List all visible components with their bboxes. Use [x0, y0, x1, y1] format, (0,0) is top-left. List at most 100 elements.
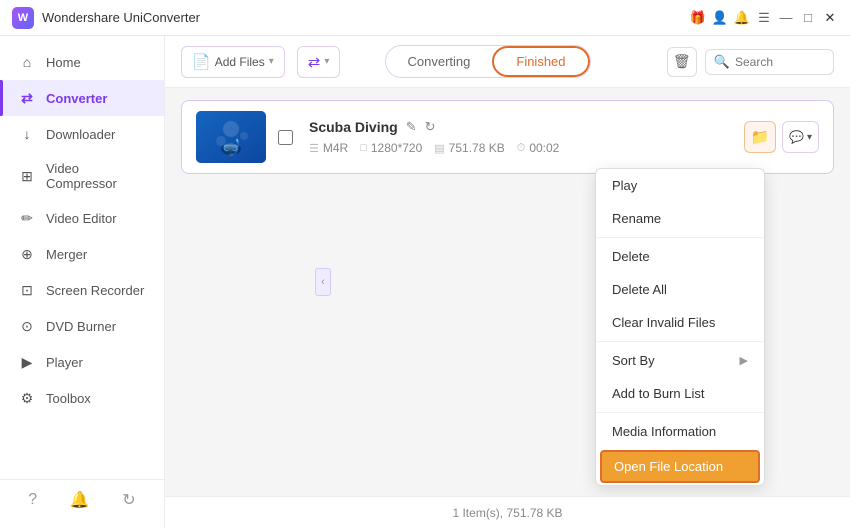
sidebar-item-label: Player: [46, 355, 83, 370]
media-info-label: Media Information: [612, 424, 716, 439]
search-icon: 🔍: [714, 54, 730, 70]
context-menu-media-info[interactable]: Media Information: [596, 415, 764, 448]
context-menu-play[interactable]: Play: [596, 169, 764, 202]
context-menu-delete-all[interactable]: Delete All: [596, 273, 764, 306]
sidebar-item-screen-recorder[interactable]: ⊡ Screen Recorder: [0, 272, 164, 308]
context-menu-rename[interactable]: Rename: [596, 202, 764, 235]
sidebar-item-dvd-burner[interactable]: ⊙ DVD Burner: [0, 308, 164, 344]
context-menu-clear-invalid[interactable]: Clear Invalid Files: [596, 306, 764, 339]
delete-label: Delete: [612, 249, 650, 264]
add-files-label: Add Files: [215, 55, 265, 69]
more-actions-button[interactable]: 💬 ▾: [782, 121, 819, 153]
player-icon: ▶: [18, 353, 36, 371]
sidebar: ⌂ Home ⇄ Converter ↓ Downloader ⊞ Video …: [0, 36, 165, 528]
sidebar-item-toolbox[interactable]: ⚙ Toolbox: [0, 380, 164, 416]
sidebar-item-video-compressor[interactable]: ⊞ Video Compressor: [0, 152, 164, 200]
convert-button[interactable]: ⇄ ▾: [297, 46, 341, 78]
convert-icon: ⇄: [308, 53, 321, 71]
app-logo: W: [12, 7, 34, 29]
context-menu: Play Rename Delete Delete All Clear Inva…: [595, 168, 765, 486]
add-files-button[interactable]: 📄 Add Files ▾: [181, 46, 285, 78]
context-menu-open-location[interactable]: Open File Location: [600, 450, 760, 483]
file-duration: ⏱ 00:02: [517, 141, 560, 155]
statusbar: 1 Item(s), 751.78 KB: [165, 496, 850, 528]
file-resolution: □ 1280*720: [360, 141, 422, 155]
editor-icon: ✏: [18, 209, 36, 227]
file-format: ☰ M4R: [309, 141, 348, 155]
file-area: 🤿 Scuba Diving ✎ ↻ ☰ M4R: [165, 88, 850, 496]
minimize-icon[interactable]: —: [778, 10, 794, 26]
user-icon[interactable]: 👤: [712, 10, 728, 26]
downloader-icon: ↓: [18, 125, 36, 143]
sidebar-item-label: Merger: [46, 247, 87, 262]
alert-icon[interactable]: 🔔: [70, 490, 90, 510]
format-icon: ☰: [309, 142, 319, 155]
dvd-icon: ⊙: [18, 317, 36, 335]
converter-icon: ⇄: [18, 89, 36, 107]
context-menu-delete[interactable]: Delete: [596, 240, 764, 273]
delete-all-label: Delete All: [612, 282, 667, 297]
sidebar-item-downloader[interactable]: ↓ Downloader: [0, 116, 164, 152]
file-duration-value: 00:02: [529, 141, 559, 155]
folder-button[interactable]: 📁: [744, 121, 776, 153]
sidebar-item-label: Converter: [46, 91, 107, 106]
file-name-row: Scuba Diving ✎ ↻: [309, 119, 732, 135]
resolution-icon: □: [360, 142, 367, 154]
sidebar-item-merger[interactable]: ⊕ Merger: [0, 236, 164, 272]
close-icon[interactable]: ✕: [822, 10, 838, 26]
gift-icon[interactable]: 🎁: [690, 10, 706, 26]
tabs-container: Converting Finished: [385, 45, 591, 78]
sidebar-item-label: Video Compressor: [46, 161, 146, 191]
sidebar-item-label: Downloader: [46, 127, 115, 142]
rename-label: Rename: [612, 211, 661, 226]
trash-button[interactable]: 🗑: [667, 47, 697, 77]
main-layout: ⌂ Home ⇄ Converter ↓ Downloader ⊞ Video …: [0, 36, 850, 528]
context-menu-add-to-burn[interactable]: Add to Burn List: [596, 377, 764, 410]
notification-icon[interactable]: 🔔: [734, 10, 750, 26]
toolbar-right: 🗑 🔍: [667, 47, 834, 77]
tab-finished[interactable]: Finished: [492, 46, 589, 77]
toolbox-icon: ⚙: [18, 389, 36, 407]
home-icon: ⌂: [18, 53, 36, 71]
file-size-value: 751.78 KB: [449, 141, 505, 155]
file-meta: ☰ M4R □ 1280*720 ▤ 751.78 KB ⏱: [309, 141, 732, 155]
sidebar-item-label: DVD Burner: [46, 319, 116, 334]
sidebar-item-label: Screen Recorder: [46, 283, 144, 298]
file-checkbox[interactable]: [278, 130, 293, 145]
refresh-icon[interactable]: ↻: [122, 490, 135, 510]
search-input[interactable]: [735, 55, 825, 69]
file-info: Scuba Diving ✎ ↻ ☰ M4R □ 1280*720: [309, 119, 732, 155]
open-location-label: Open File Location: [614, 459, 723, 474]
sidebar-item-home[interactable]: ⌂ Home: [0, 44, 164, 80]
menu-icon[interactable]: ☰: [756, 10, 772, 26]
more-actions-arrow: ▾: [807, 132, 812, 143]
add-to-burn-label: Add to Burn List: [612, 386, 705, 401]
convert-dropdown-icon: ▾: [324, 56, 329, 67]
context-menu-sort-by[interactable]: Sort By ▶: [596, 344, 764, 377]
edit-name-icon[interactable]: ✎: [406, 119, 417, 135]
sidebar-collapse-button[interactable]: ‹: [315, 268, 331, 296]
file-size: ▤ 751.78 KB: [434, 141, 504, 155]
sort-by-arrow-icon: ▶: [740, 354, 748, 367]
recorder-icon: ⊡: [18, 281, 36, 299]
tab-converting[interactable]: Converting: [386, 48, 493, 75]
sidebar-item-video-editor[interactable]: ✏ Video Editor: [0, 200, 164, 236]
refresh-file-icon[interactable]: ↻: [425, 119, 436, 135]
sort-by-label: Sort By: [612, 353, 655, 368]
context-divider-1: [596, 237, 764, 238]
sidebar-item-converter[interactable]: ⇄ Converter: [0, 80, 164, 116]
statusbar-text: 1 Item(s), 751.78 KB: [452, 506, 562, 520]
sidebar-item-player[interactable]: ▶ Player: [0, 344, 164, 380]
content-area: ‹ 📄 Add Files ▾ ⇄ ▾ Converting Finished …: [165, 36, 850, 528]
duration-icon: ⏱: [517, 142, 526, 155]
search-box: 🔍: [705, 49, 834, 75]
file-actions: 📁 💬 ▾: [744, 121, 819, 153]
help-icon[interactable]: ?: [28, 491, 37, 509]
sidebar-item-label: Toolbox: [46, 391, 91, 406]
add-files-dropdown-icon: ▾: [269, 56, 274, 67]
app-title: Wondershare UniConverter: [42, 10, 690, 25]
compressor-icon: ⊞: [18, 167, 36, 185]
maximize-icon[interactable]: □: [800, 10, 816, 26]
context-divider-2: [596, 341, 764, 342]
file-item: 🤿 Scuba Diving ✎ ↻ ☰ M4R: [181, 100, 834, 174]
